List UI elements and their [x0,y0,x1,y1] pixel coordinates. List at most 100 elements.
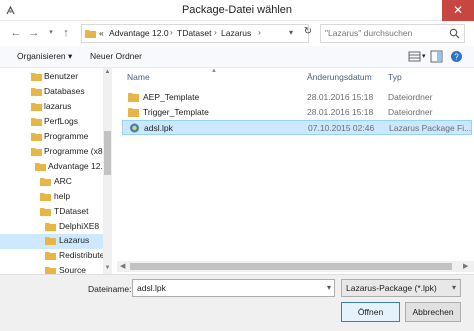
folder-icon [35,163,46,171]
file-modified: 28.01.2016 15:18 [307,107,374,117]
sidebar-item-label: Redistribute [59,250,105,260]
folder-icon [40,208,51,216]
close-button[interactable]: ✕ [442,0,474,21]
file-type: Dateiordner [388,107,433,117]
up-button[interactable]: ↑ [58,25,74,41]
lazarus-package-icon [130,123,139,133]
file-type-filter[interactable]: Lazarus-Package (*.lpk) ▾ [341,279,461,297]
file-list-hscrollbar[interactable]: ◀ ▶ [117,261,474,272]
folder-icon [31,88,42,96]
sidebar-item-arc[interactable]: ARC [0,175,103,190]
sidebar-item-programme[interactable]: Programme [0,130,103,145]
scroll-down-icon[interactable]: ▼ [103,265,112,271]
back-button[interactable]: ← [8,25,24,41]
sidebar-item-lazarus[interactable]: Lazarus [0,234,103,249]
breadcrumb-segment[interactable]: Advantage 12.0 [109,28,169,38]
file-modified: 28.01.2016 15:18 [307,92,374,102]
sidebar-item-tdataset[interactable]: TDataset [0,205,103,220]
column-header-type[interactable]: Typ [388,72,402,82]
scrollbar-thumb[interactable] [130,263,452,270]
sort-ascending-icon: ▲ [211,68,217,74]
address-dropdown-icon[interactable]: ▾ [289,28,293,37]
dialog-footer: Dateiname: adsl.lpk ▾ Lazarus-Package (*… [0,274,474,331]
column-header-name[interactable]: Name [127,72,150,82]
sidebar-item-label: TDataset [54,206,89,216]
breadcrumb-segment[interactable]: Lazarus [221,28,251,38]
file-type: Lazarus Package Fi... [389,123,472,133]
sidebar-item-delphixe8[interactable]: DelphiXE8 [0,220,103,235]
refresh-icon[interactable]: ↻ [301,26,315,40]
file-name: Trigger_Template [143,107,209,117]
breadcrumb-separator[interactable]: › [170,27,173,37]
folder-icon [40,193,51,201]
cancel-button[interactable]: Abbrechen [405,302,461,322]
file-modified: 07.10.2015 02:46 [308,123,375,133]
sidebar-item-advantage[interactable]: Advantage 12.0 [0,160,108,175]
sidebar-item-source[interactable]: Source [0,264,103,274]
command-toolbar: Organisieren ▾ Neuer Ordner ▾ ? [0,46,474,68]
breadcrumb-prefix[interactable]: « [99,28,104,38]
address-bar[interactable]: « Advantage 12.0 › TDataset › Lazarus › … [81,24,309,43]
sidebar-item-label: Lazarus [59,235,90,245]
filename-label: Dateiname: [88,284,132,294]
sidebar-scrollbar[interactable]: ▲ ▼ [103,68,112,274]
folder-icon [31,133,42,141]
sidebar-item-label: lazarus [44,101,72,111]
sidebar-item-help[interactable]: help [0,190,103,205]
file-row[interactable]: Trigger_Template 28.01.2016 15:18 Dateio… [122,105,472,120]
preview-pane-icon[interactable] [430,50,443,63]
sidebar-item-label: DelphiXE8 [59,221,100,231]
folder-icon [45,223,56,231]
recent-dropdown-icon[interactable]: ▾ [43,25,59,41]
sidebar-item-lazarus-root[interactable]: lazarus [0,100,103,115]
navigation-pane: Benutzer Databases lazarus PerfLogs Prog… [0,68,112,274]
filename-field[interactable]: adsl.lpk ▾ [132,279,335,297]
filename-value[interactable]: adsl.lpk [137,283,166,293]
folder-icon [45,237,56,245]
new-folder-button[interactable]: Neuer Ordner [90,51,142,61]
folder-icon [128,108,139,117]
filename-dropdown-icon[interactable]: ▾ [327,283,331,292]
breadcrumb-segment[interactable]: TDataset [177,28,212,38]
filter-dropdown-icon[interactable]: ▾ [452,283,456,292]
folder-icon [85,30,96,38]
open-button[interactable]: Öffnen [341,302,400,322]
search-input[interactable] [325,28,445,38]
sidebar-item-databases[interactable]: Databases [0,85,103,100]
folder-icon [31,118,42,126]
folder-icon [31,103,42,111]
folder-icon [31,73,42,81]
filter-value: Lazarus-Package (*.lpk) [346,283,437,293]
sidebar-item-benutzer[interactable]: Benutzer [0,70,103,85]
scroll-left-icon[interactable]: ◀ [120,262,125,270]
folder-icon [40,178,51,186]
view-options-icon[interactable] [408,50,421,63]
scroll-right-icon[interactable]: ▶ [463,262,468,270]
search-box[interactable] [320,24,465,43]
file-list: Name ▲ Änderungsdatum Typ AEP_Template 2… [117,68,474,274]
file-name: adsl.lpk [144,123,173,133]
sidebar-item-label: Benutzer [44,71,79,81]
sidebar-item-label: Programme [44,131,89,141]
scrollbar-thumb[interactable] [104,131,111,175]
search-icon[interactable] [449,28,460,39]
file-row[interactable]: adsl.lpk 07.10.2015 02:46 Lazarus Packag… [122,120,472,135]
sidebar-item-programme-x86[interactable]: Programme (x86) [0,145,110,160]
sidebar-item-redistribute[interactable]: Redistribute [0,249,105,264]
folder-icon [45,267,56,274]
file-row[interactable]: AEP_Template 28.01.2016 15:18 Dateiordne… [122,90,472,105]
breadcrumb-separator[interactable]: › [258,27,261,37]
sidebar-item-label: ARC [54,176,72,186]
scroll-up-icon[interactable]: ▲ [103,69,112,75]
breadcrumb-separator[interactable]: › [214,27,217,37]
column-header-modified[interactable]: Änderungsdatum [307,72,372,82]
forward-button[interactable]: → [26,25,42,41]
folder-icon [31,148,42,156]
organize-button[interactable]: Organisieren ▾ [17,51,72,62]
view-dropdown-icon[interactable]: ▾ [422,52,426,60]
help-icon[interactable]: ? [450,50,463,63]
sidebar-item-perflogs[interactable]: PerfLogs [0,115,103,130]
address-row: ← → ▾ ↑ « Advantage 12.0 › TDataset › La… [0,21,474,46]
file-type: Dateiordner [388,92,433,102]
title-bar: Package-Datei wählen ✕ [0,0,474,21]
